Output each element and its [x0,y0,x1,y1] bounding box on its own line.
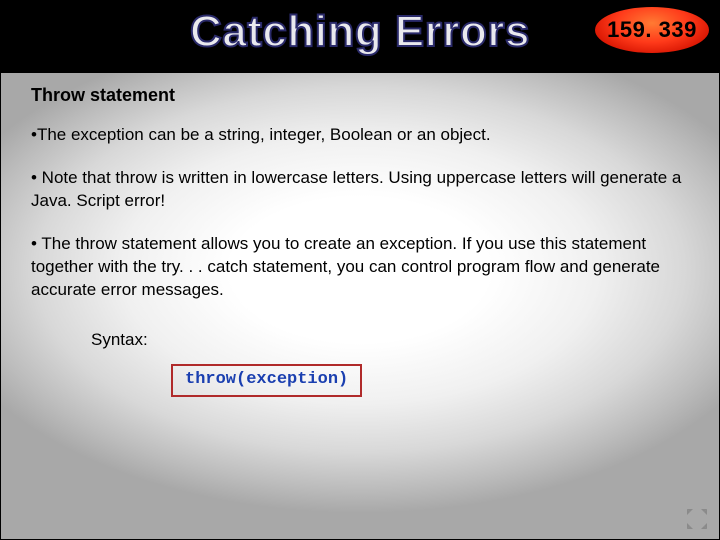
bullet-1: •The exception can be a string, integer,… [31,124,689,147]
fullscreen-icon[interactable] [687,509,707,529]
code-box: throw(exception) [171,364,362,397]
subtitle: Throw statement [31,85,689,106]
bullet-3: • The throw statement allows you to crea… [31,233,689,302]
syntax-label: Syntax: [91,330,689,350]
content-area: Throw statement •The exception can be a … [31,85,689,397]
bullet-2: • Note that throw is written in lowercas… [31,167,689,213]
slide-number-badge: 159. 339 [593,5,711,55]
